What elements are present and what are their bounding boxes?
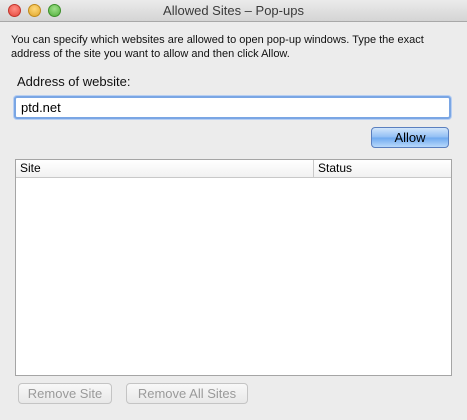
table-header: Site Status (16, 160, 451, 178)
column-header-site[interactable]: Site (16, 160, 314, 177)
column-header-status[interactable]: Status (314, 160, 451, 177)
title-bar: Allowed Sites – Pop-ups (0, 0, 467, 22)
table-body[interactable] (16, 178, 451, 375)
window-title: Allowed Sites – Pop-ups (163, 3, 304, 18)
sites-table: Site Status (15, 159, 452, 376)
allow-button[interactable]: Allow (371, 127, 449, 148)
intro-text: You can specify which websites are allow… (11, 34, 424, 60)
address-input[interactable] (14, 96, 451, 119)
allowed-sites-window: Allowed Sites – Pop-ups You can specify … (0, 0, 467, 420)
address-label: Address of website: (17, 74, 131, 89)
remove-all-sites-button[interactable]: Remove All Sites (126, 383, 248, 404)
remove-site-button[interactable]: Remove Site (18, 383, 112, 404)
